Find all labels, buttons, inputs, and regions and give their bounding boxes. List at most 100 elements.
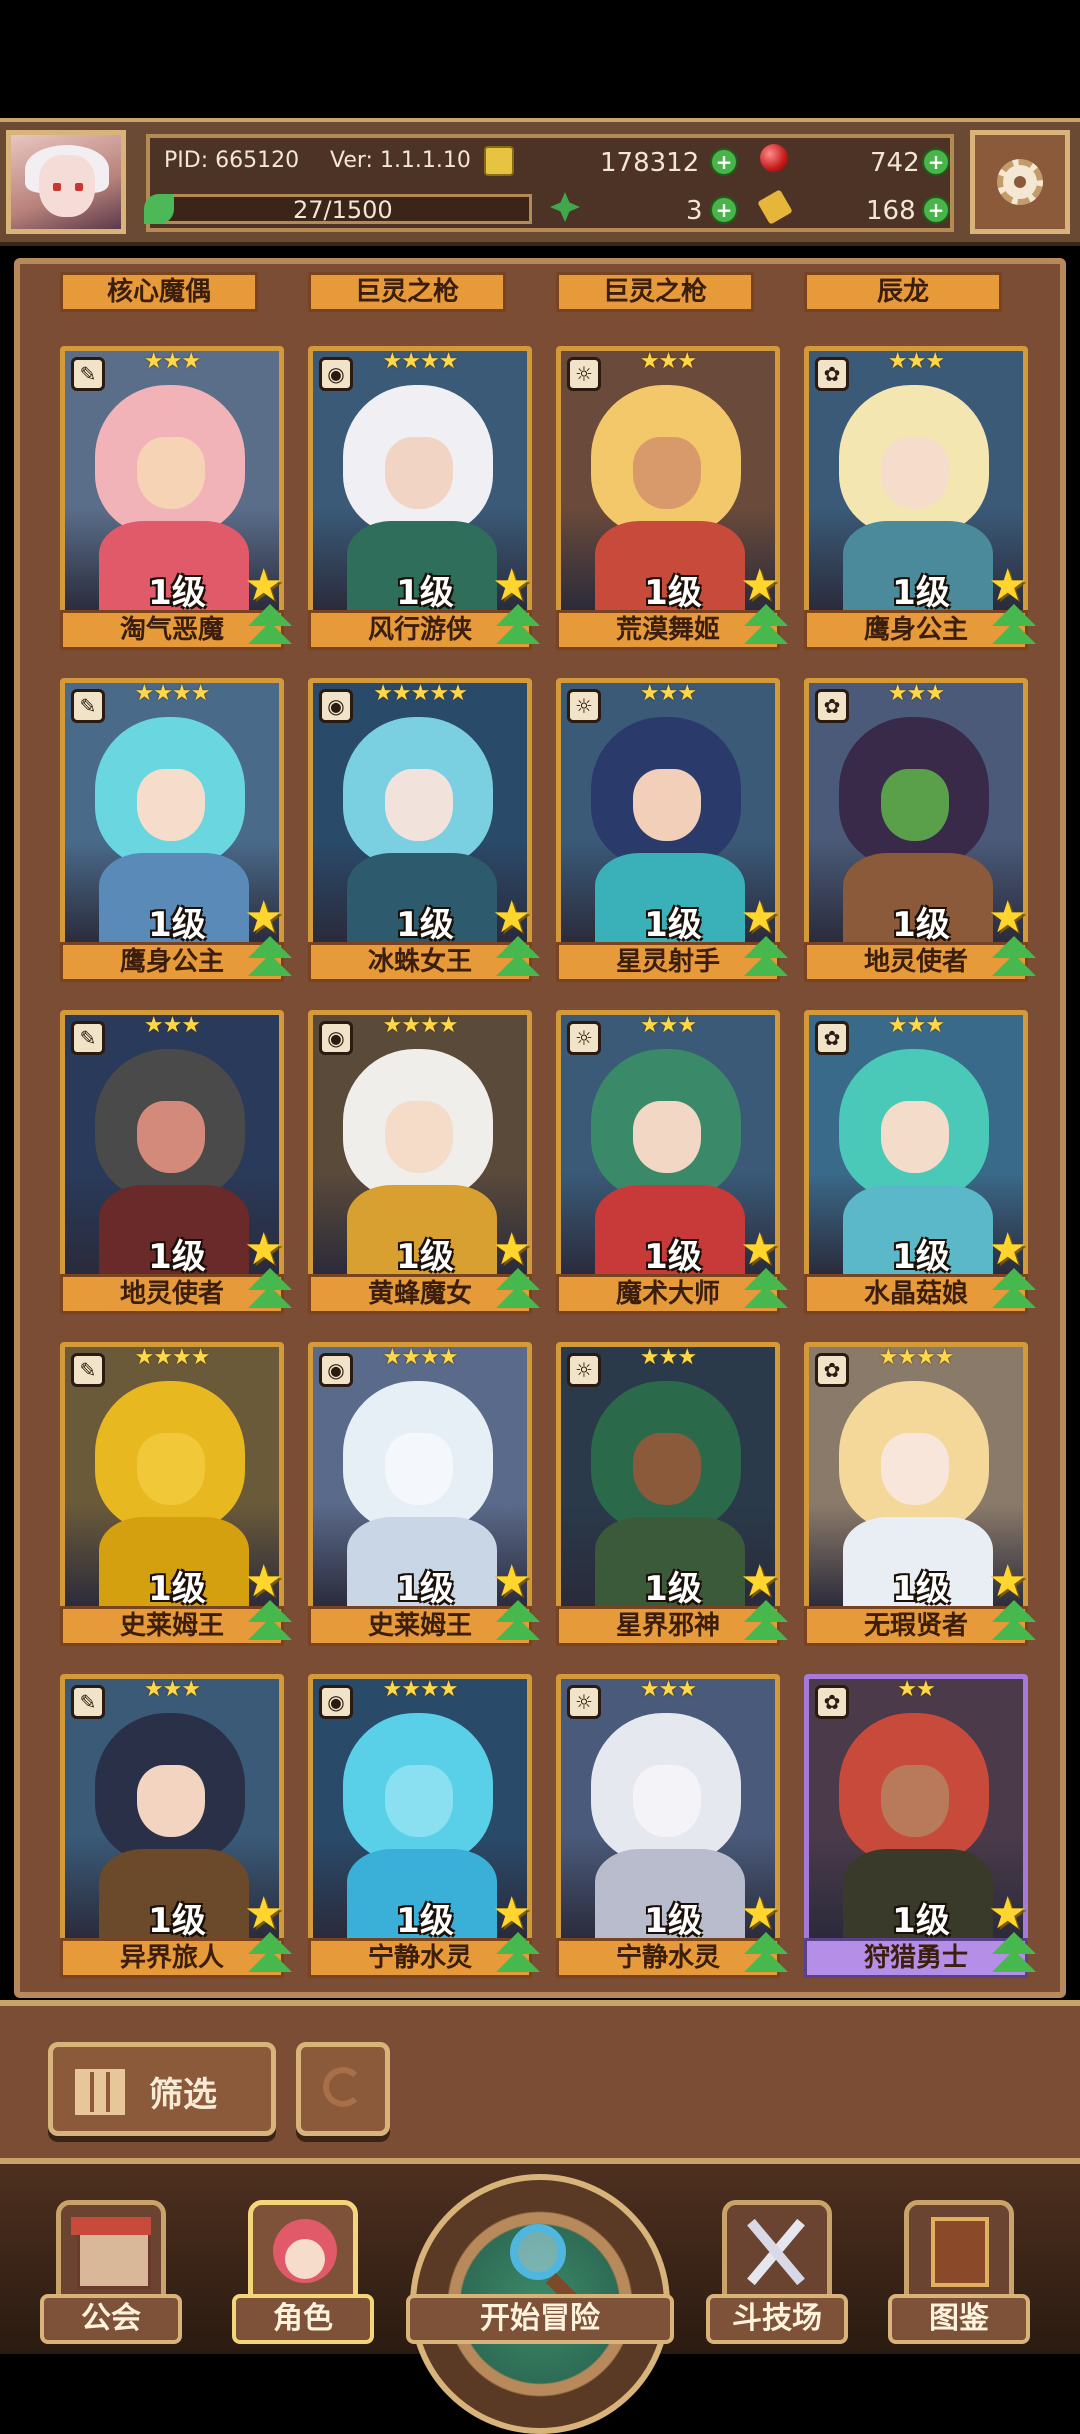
level-up-arrow-icon[interactable] — [992, 1268, 1036, 1314]
level-up-arrow-icon[interactable] — [744, 1600, 788, 1646]
magnifier-icon — [510, 2224, 566, 2280]
settings-button[interactable] — [970, 130, 1070, 234]
rarity-stars: ★★★ — [639, 1013, 697, 1038]
level-up-arrow-icon[interactable] — [744, 936, 788, 982]
level-up-arrow-icon[interactable] — [248, 1932, 292, 1978]
character-card[interactable]: ✎ ★★★★ 1级 ★ 鹰身公主 — [60, 678, 292, 984]
add-gems-button[interactable]: + — [922, 148, 950, 176]
level-up-arrow-icon[interactable] — [496, 936, 540, 982]
portrait-face — [137, 437, 205, 509]
experience-bar: 27/1500 — [160, 194, 532, 224]
character-card[interactable]: ✎ ★★★★ 1级 ★ 史莱姆王 — [60, 1342, 292, 1648]
nav-codex[interactable]: 图鉴 — [888, 2164, 1030, 2354]
player-id: PID: 665120 — [164, 148, 300, 173]
character-card[interactable]: ◉ ★★★★★ 1级 ★ 冰蛛女王 — [308, 678, 540, 984]
portrait-face — [137, 769, 205, 841]
nav-codex-label: 图鉴 — [888, 2294, 1030, 2344]
level-up-arrow-icon[interactable] — [248, 936, 292, 982]
resource-panel: PID: 665120 Ver: 1.1.1.10 178312 + 742 +… — [144, 134, 954, 232]
portrait-face — [385, 769, 453, 841]
player-avatar[interactable] — [6, 130, 126, 234]
stamina-leaf-icon — [144, 194, 174, 224]
character-card[interactable]: ✎ ★★★ 1级 ★ 异界旅人 — [60, 1674, 292, 1980]
character-name-label: 巨灵之枪 — [556, 272, 754, 312]
character-name-label: 核心魔偶 — [60, 272, 258, 312]
portrait-face — [385, 1433, 453, 1505]
portrait-face — [137, 1433, 205, 1505]
refresh-button[interactable] — [296, 2042, 390, 2136]
rarity-stars: ★★★★ — [382, 1013, 459, 1038]
level-up-arrow-icon[interactable] — [496, 1932, 540, 1978]
add-tickets-button[interactable]: + — [922, 196, 950, 224]
level-up-arrow-icon[interactable] — [992, 936, 1036, 982]
level-up-arrow-icon[interactable] — [744, 1932, 788, 1978]
character-roster[interactable]: 核心魔偶 巨灵之枪 巨灵之枪 辰龙 ✎ ★★★ 1级 ★ 淘气恶魔 ◉ ★★★★ 1级 ★ 风行游… — [14, 258, 1066, 1998]
character-card[interactable]: ☼ ★★★ 1级 ★ 魔术大师 — [556, 1010, 788, 1316]
character-card[interactable]: ✎ ★★★ 1级 ★ 淘气恶魔 — [60, 346, 292, 652]
level-up-arrow-icon[interactable] — [248, 1600, 292, 1646]
red-gem-icon — [760, 144, 788, 172]
character-card[interactable]: ☼ ★★★ 1级 ★ 荒漠舞姬 — [556, 346, 788, 652]
portrait-face — [633, 1433, 701, 1505]
ticket-amount: 168 — [866, 196, 916, 226]
filter-bar: 筛选 — [0, 2000, 1080, 2164]
filter-button[interactable]: 筛选 — [48, 2042, 276, 2136]
add-gold-button[interactable]: + — [710, 148, 738, 176]
level-up-arrow-icon[interactable] — [992, 1932, 1036, 1978]
level-up-arrow-icon[interactable] — [248, 604, 292, 650]
character-card[interactable]: ◉ ★★★★ 1级 ★ 史莱姆王 — [308, 1342, 540, 1648]
nav-adventure-label: 开始冒险 — [406, 2294, 674, 2344]
rarity-stars: ★★★ — [143, 1013, 201, 1038]
character-card[interactable]: ☼ ★★★ 1级 ★ 宁静水灵 — [556, 1674, 788, 1980]
level-up-arrow-icon[interactable] — [496, 1600, 540, 1646]
character-card[interactable]: ◉ ★★★★ 1级 ★ 风行游侠 — [308, 346, 540, 652]
rarity-stars: ★★ — [897, 1677, 935, 1702]
nav-guild[interactable]: 公会 — [40, 2164, 182, 2354]
portrait-face — [385, 1101, 453, 1173]
rarity-stars: ★★★★★ — [373, 681, 468, 706]
character-card[interactable]: ✎ ★★★ 1级 ★ 地灵使者 — [60, 1010, 292, 1316]
nav-arena[interactable]: 斗技场 — [706, 2164, 848, 2354]
level-up-arrow-icon[interactable] — [496, 1268, 540, 1314]
portrait-face — [881, 1101, 949, 1173]
nav-character[interactable]: 角色 — [232, 2164, 374, 2354]
nav-character-label: 角色 — [232, 2294, 374, 2344]
level-up-arrow-icon[interactable] — [496, 604, 540, 650]
portrait-face — [633, 437, 701, 509]
rarity-stars: ★★★★ — [134, 681, 211, 706]
portrait-face — [633, 769, 701, 841]
book-icon — [904, 2200, 1014, 2300]
level-up-arrow-icon[interactable] — [992, 1600, 1036, 1646]
character-card[interactable]: ✿ ★★★ 1级 ★ 地灵使者 — [804, 678, 1036, 984]
rarity-stars: ★★★★ — [878, 1345, 955, 1370]
portrait-face — [385, 437, 453, 509]
rarity-stars: ★★★ — [143, 1677, 201, 1702]
character-card[interactable]: ✿ ★★ 1级 ★ 狩猎勇士 — [804, 1674, 1036, 1980]
experience-text: 27/1500 — [293, 196, 393, 224]
character-card[interactable]: ◉ ★★★★ 1级 ★ 宁静水灵 — [308, 1674, 540, 1980]
nav-start-adventure[interactable]: 开始冒险 — [406, 2164, 674, 2434]
character-card[interactable]: ◉ ★★★★ 1级 ★ 黄蜂魔女 — [308, 1010, 540, 1316]
character-card[interactable]: ☼ ★★★ 1级 ★ 星界邪神 — [556, 1342, 788, 1648]
portrait-face — [881, 1765, 949, 1837]
level-up-arrow-icon[interactable] — [248, 1268, 292, 1314]
portrait-face — [633, 1101, 701, 1173]
filter-grid-icon — [75, 2069, 125, 2115]
portrait-face — [633, 1765, 701, 1837]
portrait-face — [385, 1765, 453, 1837]
level-up-arrow-icon[interactable] — [992, 604, 1036, 650]
rarity-stars: ★★★ — [887, 1013, 945, 1038]
level-up-arrow-icon[interactable] — [744, 1268, 788, 1314]
rarity-stars: ★★★ — [639, 349, 697, 374]
character-face-icon — [248, 2200, 358, 2300]
avatar-face — [39, 155, 95, 217]
character-name-label: 辰龙 — [804, 272, 1002, 312]
character-card[interactable]: ✿ ★★★ 1级 ★ 鹰身公主 — [804, 346, 1036, 652]
character-card[interactable]: ✿ ★★★ 1级 ★ 水晶菇娘 — [804, 1010, 1036, 1316]
level-up-arrow-icon[interactable] — [744, 604, 788, 650]
nav-guild-label: 公会 — [40, 2294, 182, 2344]
character-card[interactable]: ✿ ★★★★ 1级 ★ 无瑕贤者 — [804, 1342, 1036, 1648]
character-card[interactable]: ☼ ★★★ 1级 ★ 星灵射手 — [556, 678, 788, 984]
roster-grid: 核心魔偶 巨灵之枪 巨灵之枪 辰龙 ✎ ★★★ 1级 ★ 淘气恶魔 ◉ ★★★★ 1级 ★ 风行游… — [20, 264, 1060, 1992]
add-clover-button[interactable]: + — [710, 196, 738, 224]
